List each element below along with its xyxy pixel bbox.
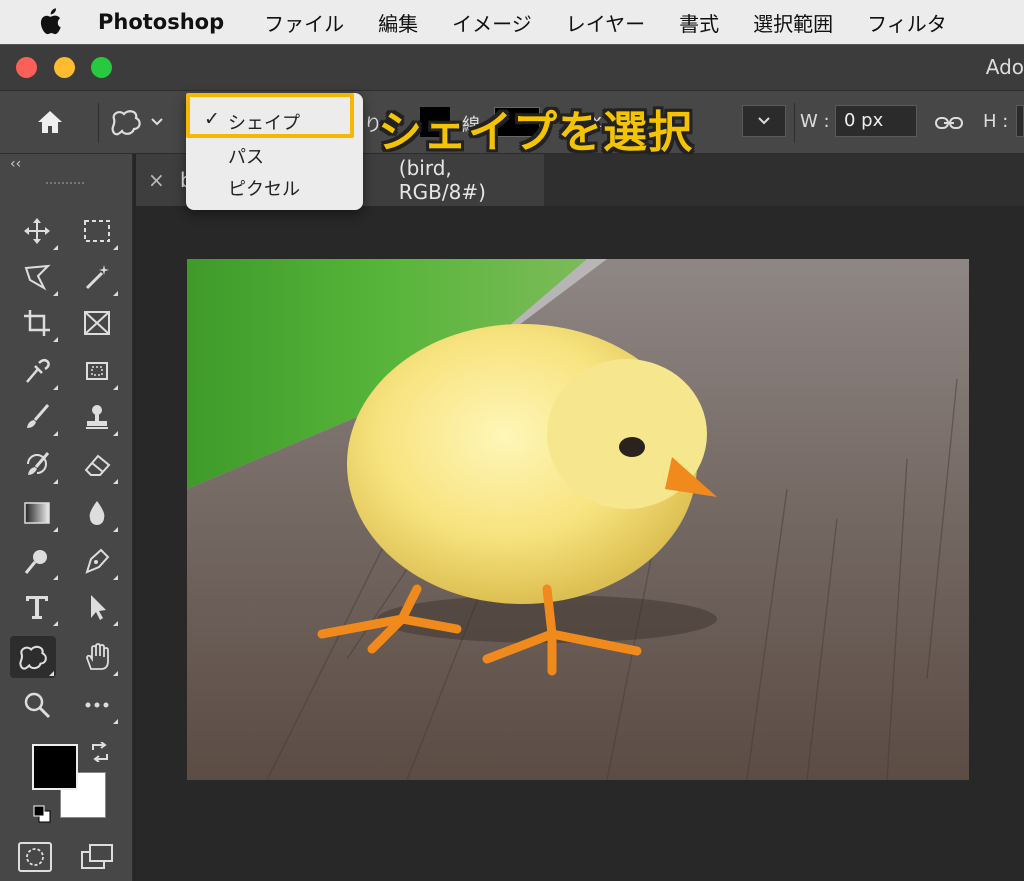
dropdown-item-pixels[interactable]: ピクセル [186, 171, 363, 201]
magnifier-icon [24, 692, 51, 719]
brush-icon [27, 404, 50, 428]
height-label: H : [983, 111, 1009, 132]
lasso-tool[interactable] [14, 256, 60, 298]
stroke-type-dropdown[interactable] [742, 105, 786, 137]
eyedropper-icon [26, 359, 50, 383]
bandage-icon [86, 362, 108, 380]
crop-tool[interactable] [14, 302, 60, 344]
gradient-icon [24, 502, 50, 524]
drop-icon [89, 501, 105, 525]
menu-layer[interactable]: レイヤー [566, 8, 645, 37]
tools-panel: ‹‹ [0, 154, 133, 881]
width-input[interactable]: 0 px [835, 105, 917, 137]
blur-tool[interactable] [74, 492, 120, 534]
home-icon [38, 111, 62, 133]
quick-mask-icon [26, 848, 44, 866]
eyedropper-tool[interactable] [14, 350, 60, 392]
window-title-bar: Ado [0, 44, 1024, 90]
document-image[interactable] [187, 259, 969, 780]
tool-mode-dropdown: ✓ シェイプ パス ピクセル [186, 93, 363, 210]
ellipsis-icon [85, 702, 109, 708]
hand-icon [86, 643, 109, 670]
menu-image[interactable]: イメージ [452, 8, 532, 37]
annotation-callout: シェイプを選択 [378, 107, 693, 158]
hand-tool[interactable] [74, 636, 120, 678]
custom-shape-tool[interactable] [10, 636, 56, 678]
close-window-button[interactable] [16, 57, 37, 78]
dropdown-item-label: パス [228, 147, 264, 168]
apple-icon[interactable] [36, 7, 64, 37]
gradient-tool[interactable] [14, 492, 60, 534]
menu-type[interactable]: 書式 [679, 8, 719, 37]
dodge-tool[interactable] [14, 540, 60, 582]
selection-highlight-box [186, 93, 354, 138]
eraser-icon [84, 454, 111, 476]
screen-mode-button[interactable] [80, 842, 116, 876]
options-separator [794, 103, 795, 143]
arrow-pointer-icon [91, 595, 106, 620]
clone-stamp-tool[interactable] [74, 396, 120, 438]
chevron-down-icon [151, 118, 163, 126]
custom-shape-icon [111, 110, 141, 136]
eraser-tool[interactable] [74, 444, 120, 486]
link-dimensions-icon[interactable] [934, 111, 964, 139]
magic-wand-tool[interactable] [74, 256, 120, 298]
menu-filter[interactable]: フィルタ [867, 8, 947, 37]
tool-preset-picker[interactable] [108, 105, 178, 139]
more-tools[interactable] [74, 684, 120, 726]
crop-icon [24, 310, 50, 336]
width-label: W : [800, 111, 830, 132]
frame-icon [84, 311, 110, 335]
type-icon [26, 596, 48, 619]
history-brush-icon [27, 452, 50, 475]
menu-select[interactable]: 選択範囲 [753, 8, 833, 37]
quick-mask-button[interactable] [18, 842, 52, 872]
brush-tool[interactable] [14, 396, 60, 438]
window-title: Ado [985, 55, 1024, 79]
frame-tool[interactable] [74, 302, 120, 344]
magic-wand-icon [85, 265, 109, 290]
screen-mode-icon [81, 844, 113, 869]
swap-colors-icon[interactable] [90, 741, 110, 766]
type-tool[interactable] [14, 586, 60, 628]
menu-edit[interactable]: 編集 [378, 8, 418, 37]
pen-nib-icon [85, 548, 110, 574]
dodge-icon [24, 550, 47, 574]
custom-shape-icon [19, 645, 47, 670]
history-brush-tool[interactable] [14, 444, 60, 486]
foreground-color-swatch[interactable] [32, 744, 78, 790]
pen-tool[interactable] [74, 540, 120, 582]
minimize-window-button[interactable] [54, 57, 75, 78]
move-icon [24, 218, 50, 244]
stamp-icon [86, 405, 108, 429]
menu-app-name[interactable]: Photoshop [98, 10, 224, 34]
home-button[interactable] [30, 105, 70, 139]
options-separator [98, 103, 99, 143]
document-tab-title: (bird, RGB/8#) [398, 156, 486, 204]
dropdown-item-label: ピクセル [228, 179, 300, 200]
collapse-panel-icon[interactable]: ‹‹ [10, 156, 21, 172]
zoom-tool[interactable] [14, 684, 60, 726]
menu-file[interactable]: ファイル [264, 8, 344, 37]
dropdown-item-path[interactable]: パス [186, 139, 363, 169]
lasso-icon [24, 264, 51, 291]
panel-grip[interactable] [46, 182, 84, 188]
marquee-tool[interactable] [74, 210, 120, 252]
default-colors-icon[interactable] [32, 804, 52, 828]
height-input[interactable] [1016, 105, 1024, 137]
spot-healing-tool[interactable] [74, 350, 120, 392]
path-selection-tool[interactable] [74, 586, 120, 628]
menu-bar: Photoshop ファイル 編集 イメージ レイヤー 書式 選択範囲 フィルタ [0, 0, 1024, 44]
close-tab-icon[interactable]: × [148, 168, 165, 192]
marquee-icon [84, 220, 110, 242]
move-tool[interactable] [14, 210, 60, 252]
zoom-window-button[interactable] [91, 57, 112, 78]
chevron-down-icon [758, 117, 770, 125]
